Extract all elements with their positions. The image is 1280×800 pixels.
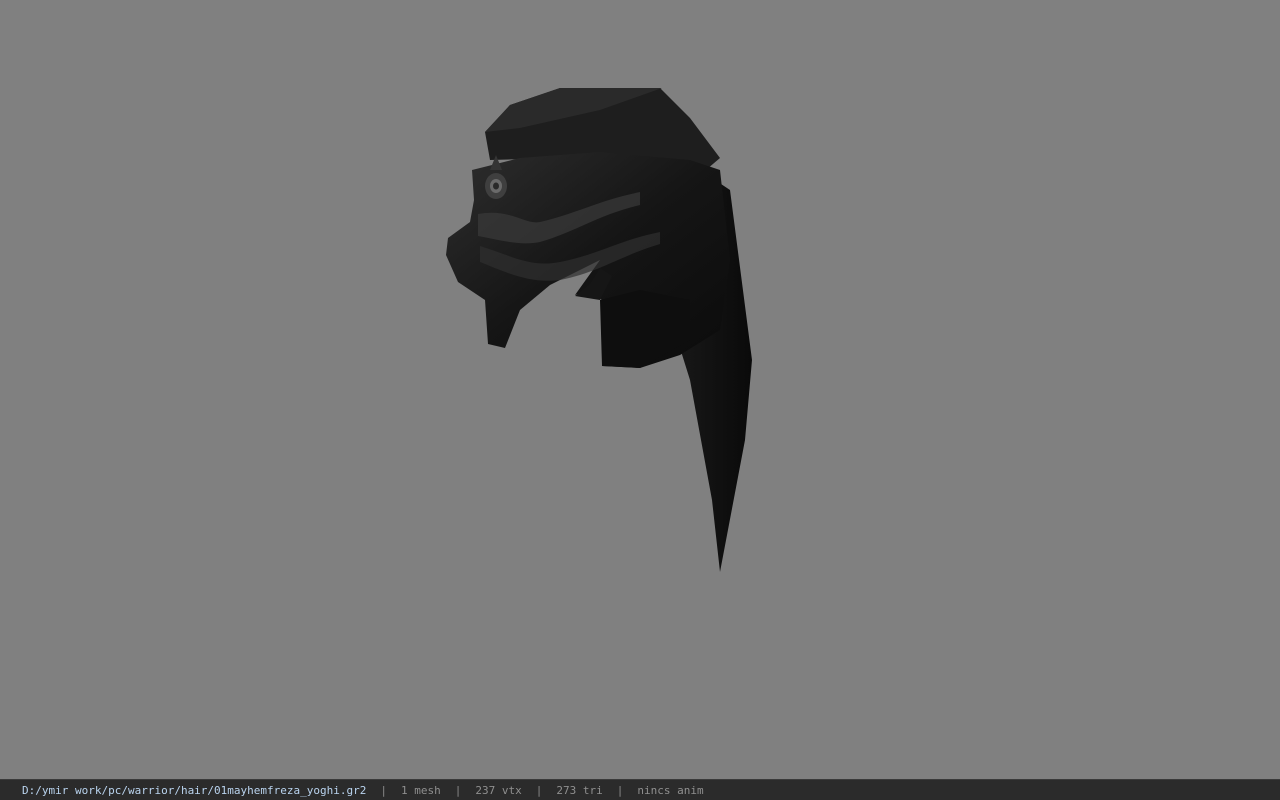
hair-model[interactable] [0,0,1280,779]
separator: | [454,783,462,797]
triangle-count: 273 tri [556,783,603,797]
separator: | [535,783,543,797]
mesh-count: 1 mesh [401,783,441,797]
separator: | [616,783,624,797]
animation-status: nincs anim [637,783,704,797]
file-path: D:/ymir work/pc/warrior/hair/01mayhemfre… [22,783,367,797]
vertex-count: 237 vtx [475,783,522,797]
status-bar: D:/ymir work/pc/warrior/hair/01mayhemfre… [0,779,1280,800]
separator: | [380,783,387,797]
3d-viewport[interactable] [0,0,1280,779]
